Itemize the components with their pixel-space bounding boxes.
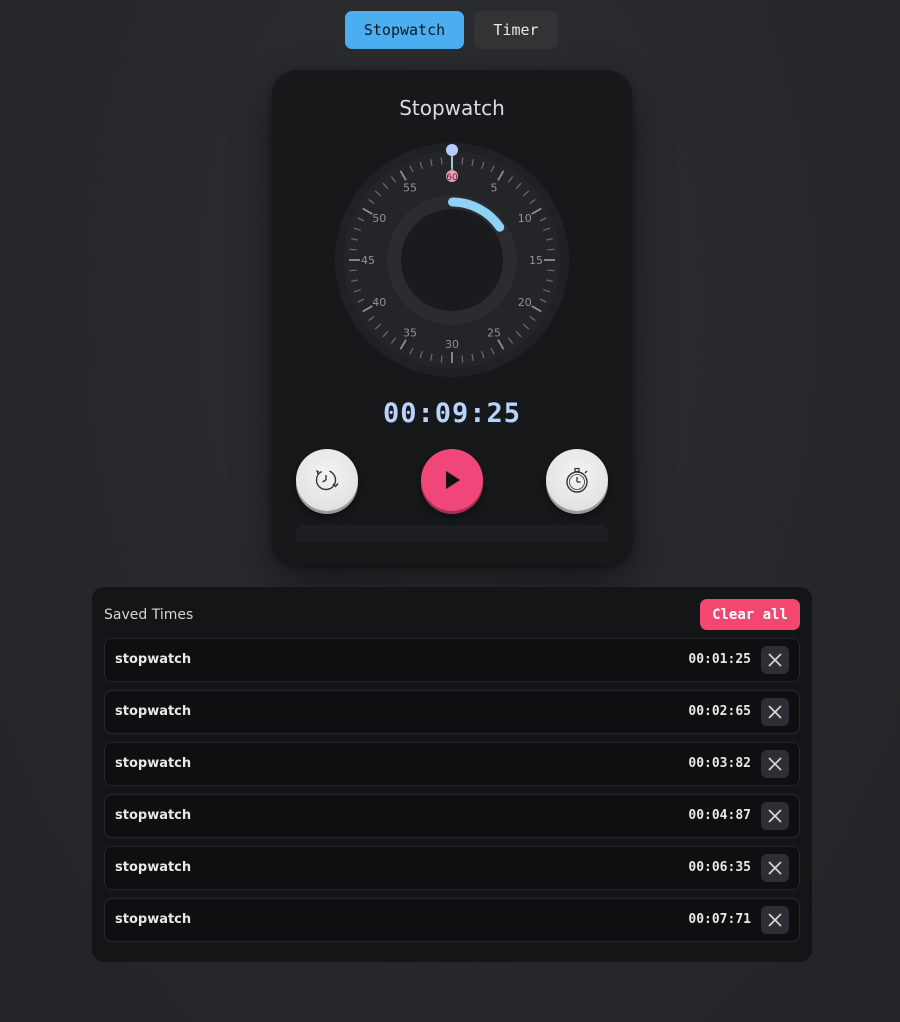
delete-button[interactable] [761, 750, 789, 778]
saved-time-label: stopwatch [115, 652, 192, 667]
saved-times-title: Saved Times [104, 607, 194, 623]
delete-button[interactable] [761, 854, 789, 882]
dial-minor-tick [440, 355, 443, 363]
dial-minor-tick [461, 355, 464, 363]
dial-label: 50 [372, 212, 386, 225]
tab-timer[interactable]: Timer [474, 11, 558, 49]
dial-label: 45 [361, 254, 375, 267]
saved-time-row: stopwatch 00:07:71 [104, 898, 800, 942]
dial-label: 5 [491, 181, 498, 194]
clear-all-button[interactable]: Clear all [700, 599, 800, 630]
reset-clock-icon [315, 469, 339, 491]
saved-time-value: 00:03:82 [688, 756, 751, 771]
saved-time-row: stopwatch 00:06:35 [104, 846, 800, 890]
dial-label: 35 [403, 327, 417, 340]
play-icon [446, 471, 460, 489]
close-icon [768, 653, 782, 667]
saved-time-label: stopwatch [115, 808, 192, 823]
dial-label: 40 [372, 296, 386, 309]
saved-time-row: stopwatch 00:02:65 [104, 690, 800, 734]
saved-times-panel: Saved Times Clear all stopwatch 00:01:25… [92, 587, 812, 962]
tab-stopwatch[interactable]: Stopwatch [345, 11, 464, 49]
saved-time-row: stopwatch 00:04:87 [104, 794, 800, 838]
dial-label: 15 [529, 254, 543, 267]
close-icon [768, 757, 782, 771]
stopwatch-title: Stopwatch [399, 96, 505, 120]
play-button[interactable] [421, 449, 483, 511]
saved-time-value: 00:04:87 [688, 808, 751, 823]
dial-minor-tick [547, 248, 555, 251]
app-root: Stopwatch Timer Stopwatch 60 5 10 15 20 25 30 3… [0, 0, 900, 1022]
elapsed-time: 00:09:25 [382, 398, 522, 429]
saved-time-row: stopwatch 00:03:82 [104, 742, 800, 786]
close-icon [768, 913, 782, 927]
dial-label: 30 [445, 338, 459, 351]
stopwatch-card: Stopwatch 60 5 10 15 20 25 30 35 40 45 50 55 00:09:… [272, 70, 632, 565]
saved-time-value: 00:06:35 [688, 860, 751, 875]
saved-time-label: stopwatch [115, 704, 192, 719]
delete-button[interactable] [761, 802, 789, 830]
lap-list-strip [296, 525, 608, 543]
delete-button[interactable] [761, 646, 789, 674]
saved-time-value: 00:02:65 [688, 704, 751, 719]
dial-label: 55 [403, 181, 417, 194]
dial-hand-knob[interactable] [446, 144, 458, 156]
saved-time-label: stopwatch [115, 756, 192, 771]
dial-minor-tick [440, 157, 443, 165]
close-icon [768, 861, 782, 875]
dial-label: 20 [518, 296, 532, 309]
close-icon [768, 809, 782, 823]
saved-time-value: 00:07:71 [688, 912, 751, 927]
lap-button[interactable] [546, 449, 608, 511]
saved-times-list: stopwatch 00:01:25 stopwatch 00:02:65 st… [104, 638, 800, 950]
dial-minor-tick [461, 157, 464, 165]
saved-time-label: stopwatch [115, 860, 192, 875]
dial-center [401, 209, 503, 311]
stopwatch-dial: 60 5 10 15 20 25 30 35 40 45 50 55 [335, 143, 569, 377]
dial-label: 10 [518, 212, 532, 225]
delete-button[interactable] [761, 698, 789, 726]
saved-time-label: stopwatch [115, 912, 192, 927]
delete-button[interactable] [761, 906, 789, 934]
mode-tabs: Stopwatch Timer [345, 11, 558, 49]
close-icon [768, 705, 782, 719]
reset-button[interactable] [296, 449, 358, 511]
stopwatch-icon [566, 467, 588, 493]
saved-time-row: stopwatch 00:01:25 [104, 638, 800, 682]
saved-time-value: 00:01:25 [688, 652, 751, 667]
dial-minor-tick [349, 248, 357, 251]
dial-label: 60 [446, 173, 458, 183]
dial-minor-tick [349, 269, 357, 272]
dial-label: 25 [487, 327, 501, 340]
dial-minor-tick [547, 269, 555, 272]
